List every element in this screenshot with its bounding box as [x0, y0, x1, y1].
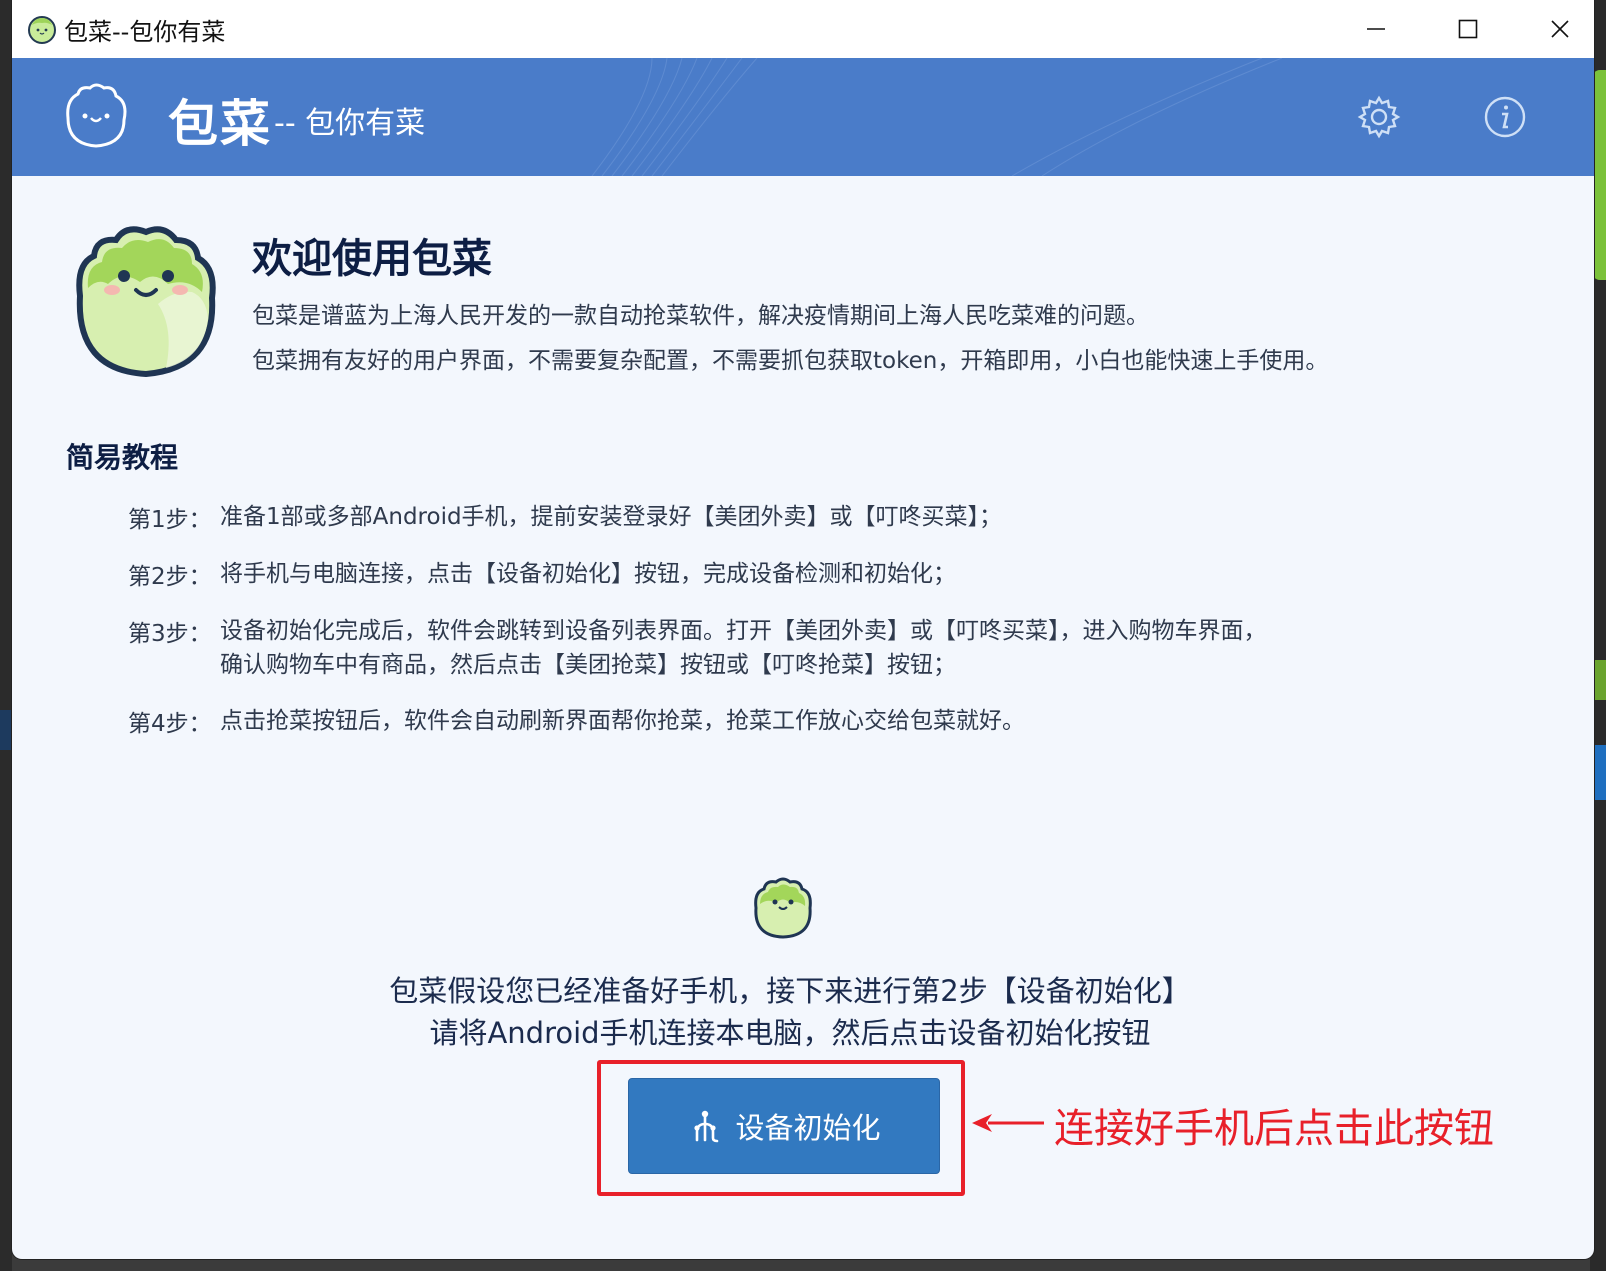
title-bar[interactable]: 包菜--包你有菜	[12, 0, 1594, 58]
intro-line: 包菜是谱蓝为上海人民开发的一款自动抢菜软件，解决疫情期间上海人民吃菜难的问题。	[252, 303, 1149, 329]
step-text: 确认购物车中有商品，然后点击【美团抢菜】按钮或【叮咚抢菜】按钮；	[220, 652, 956, 678]
brand-slogan: -- 包你有菜	[274, 106, 426, 141]
close-button[interactable]	[1514, 0, 1594, 58]
step-number: 第3步：	[128, 621, 212, 647]
app-icon	[28, 16, 56, 44]
small-cabbage-mascot-icon	[754, 877, 812, 939]
step-number: 第1步：	[128, 507, 212, 533]
settings-gear-icon[interactable]	[1356, 94, 1402, 140]
prompt-line-2: 请将Android手机连接本电脑，然后点击设备初始化按钮	[429, 1016, 1151, 1050]
tutorial-step: 第2步： 将手机与电脑连接，点击【设备初始化】按钮，完成设备检测和初始化；	[128, 557, 956, 591]
welcome-title: 欢迎使用包菜	[252, 236, 492, 282]
device-init-button-label: 设备初始化	[735, 1111, 881, 1145]
app-window: 包菜--包你有菜 包菜 -- 包你有菜 欢迎使用包菜 包菜是谱蓝为上海人民开发的…	[12, 0, 1594, 1259]
step-text: 将手机与电脑连接，点击【设备初始化】按钮，完成设备检测和初始化；	[220, 561, 956, 587]
intro-text: 包菜是谱蓝为上海人民开发的一款自动抢菜软件，解决疫情期间上海人民吃菜难的问题。 …	[252, 294, 1328, 384]
annotation-text: 连接好手机后点击此按钮	[1054, 1106, 1494, 1152]
intro-line: 包菜拥有友好的用户界面，不需要复杂配置，不需要抓包获取token，开箱即用，小白…	[252, 348, 1329, 374]
minimize-icon	[1367, 28, 1385, 30]
info-icon[interactable]	[1482, 94, 1528, 140]
tutorial-title: 简易教程	[66, 441, 179, 474]
step-text: 设备初始化完成后，软件会跳转到设备列表界面。打开【美团外卖】或【叮咚买菜】，进入…	[220, 618, 1267, 644]
prompt-line-1: 包菜假设您已经准备好手机，接下来进行第2步【设备初始化】	[389, 974, 1191, 1008]
step-text: 点击抢菜按钮后，软件会自动刷新界面帮你抢菜，抢菜工作放心交给包菜就好。	[220, 708, 1025, 734]
tutorial-step: 第4步： 点击抢菜按钮后，软件会自动刷新界面帮你抢菜，抢菜工作放心交给包菜就好。	[128, 704, 1025, 738]
minimize-button[interactable]	[1330, 0, 1422, 58]
device-init-button[interactable]: 设备初始化	[628, 1078, 940, 1174]
device-tree-icon	[694, 1110, 719, 1143]
maximize-icon	[1458, 19, 1478, 39]
brand-logo-icon	[66, 83, 127, 148]
background-desktop-left	[0, 0, 12, 1271]
tutorial-step: 第1步： 准备1部或多部Android手机，提前安装登录好【美团外卖】或【叮咚买…	[128, 500, 1002, 534]
tutorial-step: 第3步： 设备初始化完成后，软件会跳转到设备列表界面。打开【美团外卖】或【叮咚买…	[128, 614, 1267, 682]
app-header: 包菜 -- 包你有菜	[12, 58, 1594, 176]
annotation-arrow-icon	[972, 1114, 1044, 1132]
step-number: 第2步：	[128, 564, 212, 590]
step-text: 准备1部或多部Android手机，提前安装登录好【美团外卖】或【叮咚买菜】；	[220, 504, 1003, 530]
cabbage-mascot-icon	[76, 226, 216, 378]
close-icon	[1551, 20, 1569, 38]
maximize-button[interactable]	[1422, 0, 1514, 58]
brand-name: 包菜	[168, 95, 272, 153]
window-title: 包菜--包你有菜	[64, 18, 226, 46]
step-number: 第4步：	[128, 711, 212, 737]
